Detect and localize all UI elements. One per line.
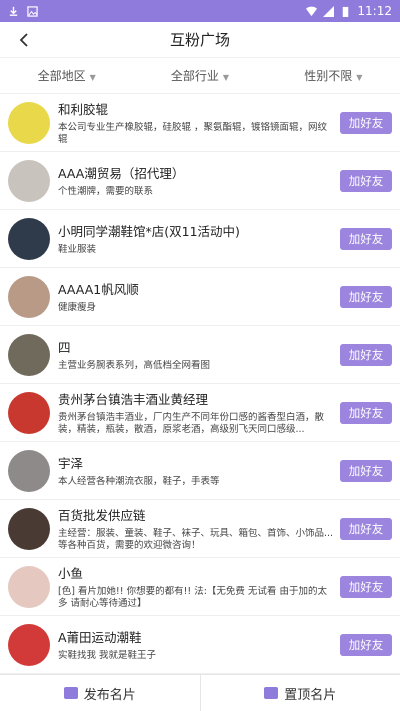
contact-list: 和利胶辊 本公司专业生产橡胶辊，硅胶辊 ，聚氨酯辊，镀铬镜面辊，网纹辊 加好友 …	[0, 94, 400, 674]
avatar[interactable]	[8, 333, 50, 376]
avatar[interactable]	[8, 101, 50, 144]
item-desc: 本公司专业生产橡胶辊，硅胶辊 ，聚氨酯辊，镀铬镜面辊，网纹辊	[58, 122, 328, 145]
item-desc: 鞋业服装	[58, 244, 97, 255]
avatar[interactable]	[8, 159, 50, 202]
filter-gender[interactable]: 性别不限 ▼	[267, 67, 400, 84]
item-info: 小鱼 [色] 看片加她!! 你想要的都有!! 法:【无免费 无试看 由于加的太多…	[58, 563, 334, 610]
item-info: 小明同学潮鞋馆*店(双11活动中) 鞋业服装	[58, 221, 334, 256]
add-friend-button[interactable]: 加好友	[340, 343, 392, 366]
item-desc: 贵州茅台镇浩丰酒业，厂内生产不同年份口感的酱香型白酒，散装，精装，瓶装，散酒，原…	[58, 412, 325, 435]
publish-card-button[interactable]: 发布名片	[0, 675, 200, 711]
add-friend-button[interactable]: 加好友	[340, 517, 392, 540]
item-name: AAAA1帆风顺	[58, 282, 139, 297]
download-icon	[9, 6, 18, 16]
chevron-down-icon: ▼	[89, 73, 96, 82]
item-name: AAA潮贸易（招代理）	[58, 166, 185, 181]
item-name: 贵州茅台镇浩丰酒业黄经理	[58, 392, 209, 407]
list-item[interactable]: AAA潮贸易（招代理） 个性潮牌，需要的联系 加好友	[0, 152, 400, 210]
add-friend-button[interactable]: 加好友	[340, 169, 392, 192]
list-item[interactable]: 小明同学潮鞋馆*店(双11活动中) 鞋业服装 加好友	[0, 210, 400, 268]
filter-industry-label: 全部行业	[170, 69, 219, 83]
avatar[interactable]	[8, 507, 50, 550]
avatar[interactable]	[8, 391, 50, 434]
avatar[interactable]	[8, 275, 50, 318]
add-friend-button[interactable]: 加好友	[340, 111, 392, 134]
item-desc: 实鞋找我 我就是鞋王子	[58, 650, 157, 661]
filter-region[interactable]: 全部地区 ▼	[0, 67, 133, 84]
list-item[interactable]: AAAA1帆风顺 健康瘦身 加好友	[0, 268, 400, 326]
battery-icon	[343, 6, 349, 17]
filter-industry[interactable]: 全部行业 ▼	[133, 67, 266, 84]
item-name: 百货批发供应链	[58, 508, 146, 523]
item-name: A莆田运动潮鞋	[58, 630, 142, 645]
item-info: 宇泽 本人经营各种潮流衣服，鞋子，手表等	[58, 453, 334, 488]
item-info: 百货批发供应链 主经营：服装、童装、鞋子、袜子、玩具、箱包、首饰、小饰品...等…	[58, 505, 334, 552]
avatar[interactable]	[8, 217, 50, 260]
item-info: 和利胶辊 本公司专业生产橡胶辊，硅胶辊 ，聚氨酯辊，镀铬镜面辊，网纹辊	[58, 99, 334, 146]
list-item[interactable]: 四 主营业务腕表系列，高低档全网看图 加好友	[0, 326, 400, 384]
item-name: 四	[58, 340, 71, 355]
item-name: 宇泽	[58, 456, 84, 471]
id-card-icon	[63, 687, 78, 699]
back-button[interactable]	[12, 28, 36, 52]
item-desc: 个性潮牌，需要的联系	[58, 186, 154, 197]
footer-bar: 发布名片 置顶名片	[0, 674, 400, 711]
status-time: 11:12	[357, 4, 392, 18]
item-info: AAAA1帆风顺 健康瘦身	[58, 279, 334, 314]
add-friend-button[interactable]: 加好友	[340, 227, 392, 250]
item-name: 小鱼	[58, 566, 84, 581]
add-friend-button[interactable]: 加好友	[340, 285, 392, 308]
item-name: 和利胶辊	[58, 102, 109, 117]
item-desc: 本人经营各种潮流衣服，鞋子，手表等	[58, 476, 220, 487]
status-bar: 11:12	[0, 0, 400, 22]
chevron-down-icon: ▼	[356, 73, 363, 82]
list-item[interactable]: 小鱼 [色] 看片加她!! 你想要的都有!! 法:【无免费 无试看 由于加的太多…	[0, 558, 400, 616]
filter-bar: 全部地区 ▼ 全部行业 ▼ 性别不限 ▼	[0, 58, 400, 94]
image-notification-icon	[27, 5, 38, 17]
avatar[interactable]	[8, 449, 50, 492]
avatar[interactable]	[8, 623, 50, 666]
add-friend-button[interactable]: 加好友	[340, 575, 392, 598]
pin-card-button[interactable]: 置顶名片	[199, 675, 400, 711]
list-item[interactable]: 宇泽 本人经营各种潮流衣服，鞋子，手表等 加好友	[0, 442, 400, 500]
item-desc: 健康瘦身	[58, 302, 97, 313]
list-item[interactable]: 贵州茅台镇浩丰酒业黄经理 贵州茅台镇浩丰酒业，厂内生产不同年份口感的酱香型白酒，…	[0, 384, 400, 442]
item-info: A莆田运动潮鞋 实鞋找我 我就是鞋王子	[58, 627, 334, 662]
avatar[interactable]	[8, 565, 50, 608]
publish-card-label: 发布名片	[83, 687, 136, 703]
chevron-left-icon	[19, 33, 28, 47]
add-friend-button[interactable]: 加好友	[340, 401, 392, 424]
list-item[interactable]: 百货批发供应链 主经营：服装、童装、鞋子、袜子、玩具、箱包、首饰、小饰品...等…	[0, 500, 400, 558]
pin-card-label: 置顶名片	[284, 687, 337, 703]
item-info: AAA潮贸易（招代理） 个性潮牌，需要的联系	[58, 163, 334, 198]
item-info: 四 主营业务腕表系列，高低档全网看图	[58, 337, 334, 372]
item-name: 小明同学潮鞋馆*店(双11活动中)	[58, 224, 240, 239]
signal-icon	[323, 5, 335, 17]
page-title: 互粉广场	[169, 31, 230, 49]
item-desc: 主营业务腕表系列，高低档全网看图	[58, 360, 211, 371]
item-desc: 主经营：服装、童装、鞋子、袜子、玩具、箱包、首饰、小饰品...等各种百货，需要的…	[58, 528, 334, 551]
pin-top-icon	[264, 687, 279, 699]
add-friend-button[interactable]: 加好友	[340, 459, 392, 482]
filter-region-label: 全部地区	[37, 69, 86, 83]
wifi-icon	[306, 6, 318, 16]
filter-gender-label: 性别不限	[304, 69, 353, 83]
add-friend-button[interactable]: 加好友	[340, 633, 392, 656]
list-item[interactable]: A莆田运动潮鞋 实鞋找我 我就是鞋王子 加好友	[0, 616, 400, 674]
list-item[interactable]: 和利胶辊 本公司专业生产橡胶辊，硅胶辊 ，聚氨酯辊，镀铬镜面辊，网纹辊 加好友	[0, 94, 400, 152]
item-desc: [色] 看片加她!! 你想要的都有!! 法:【无免费 无试看 由于加的太多 请耐…	[58, 586, 327, 609]
header: 互粉广场	[0, 22, 400, 58]
item-info: 贵州茅台镇浩丰酒业黄经理 贵州茅台镇浩丰酒业，厂内生产不同年份口感的酱香型白酒，…	[58, 389, 334, 436]
chevron-down-icon: ▼	[222, 73, 230, 82]
